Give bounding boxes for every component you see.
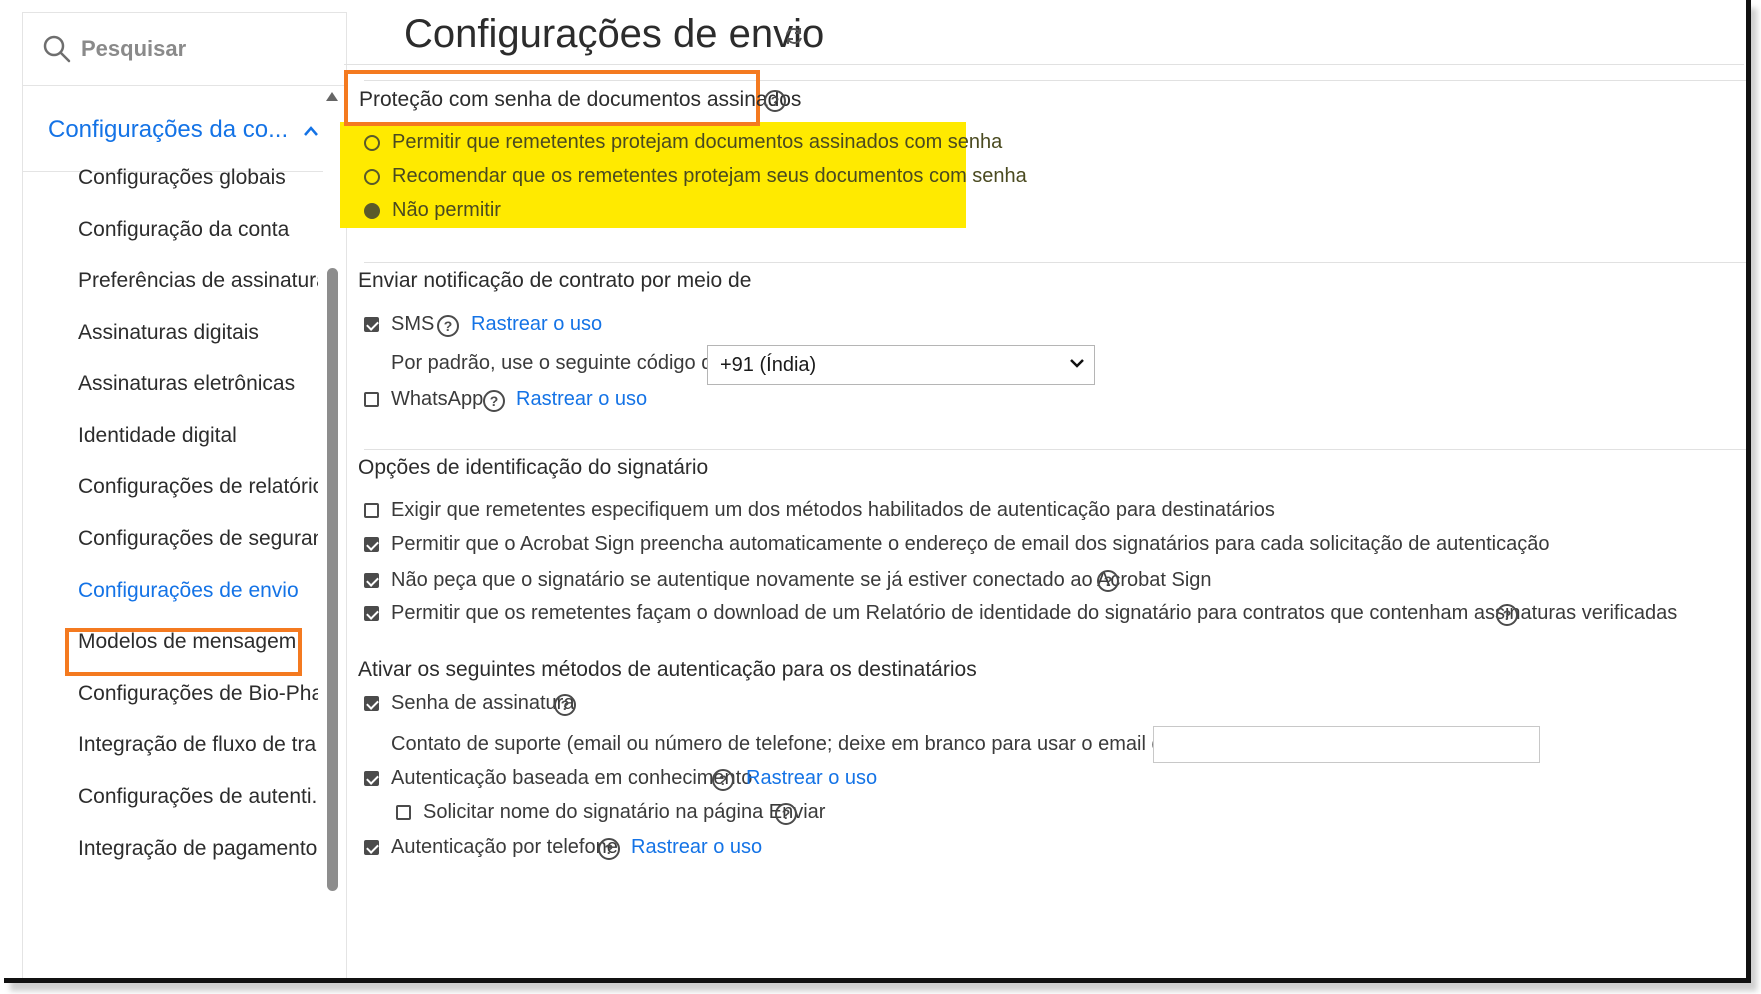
chevron-down-icon xyxy=(1070,359,1084,368)
request-signer-name-checkbox[interactable] xyxy=(396,805,411,820)
scroll-up-arrow[interactable] xyxy=(326,92,338,101)
sidebar-item-digital-identity[interactable]: Identidade digital xyxy=(78,421,318,451)
search-icon xyxy=(43,35,71,63)
sidebar-item-security-settings[interactable]: Configurações de seguran... xyxy=(78,524,318,554)
sidebar-item-auth-settings[interactable]: Configurações de autenti... xyxy=(78,782,318,812)
help-icon[interactable]: ? xyxy=(764,90,786,112)
sidebar-item-send-settings[interactable]: Configurações de envio xyxy=(78,576,318,606)
sidebar-group-header[interactable]: Configurações da co... xyxy=(23,88,323,172)
sidebar-item-signature-preferences[interactable]: Preferências de assinatura xyxy=(78,266,318,296)
radio-do-not-allow[interactable] xyxy=(364,203,380,219)
radio-do-not-allow-label: Não permitir xyxy=(392,199,501,221)
settings-window: Configurações da co... Configurações glo… xyxy=(4,0,1751,983)
kba-track-usage-link[interactable]: Rastrear o uso xyxy=(746,767,877,790)
auth-methods-title: Ativar os seguintes métodos de autentica… xyxy=(358,658,977,681)
radio-allow-password-label: Permitir que remetentes protejam documen… xyxy=(392,131,1003,153)
page-title: Configurações de envio xyxy=(404,12,825,56)
help-icon[interactable]: ? xyxy=(1496,604,1518,626)
password-protection-title: Proteção com senha de documentos assinad… xyxy=(359,88,802,111)
active-item-highlight xyxy=(65,628,302,676)
whatsapp-checkbox[interactable] xyxy=(364,392,379,407)
no-reauth-checkbox[interactable] xyxy=(364,573,379,588)
help-icon[interactable]: ? xyxy=(1097,570,1119,592)
autofill-email-checkbox[interactable] xyxy=(364,537,379,552)
divider xyxy=(344,64,1744,65)
sidebar-item-report-settings[interactable]: Configurações de relatório xyxy=(78,472,318,502)
sidebar-item-workflow-integration[interactable]: Integração de fluxo de tra... xyxy=(78,730,318,760)
identity-report-label: Permitir que os remetentes façam o downl… xyxy=(391,602,1678,624)
help-icon[interactable]: ? xyxy=(483,390,505,412)
sidebar-group-title: Configurações da co... xyxy=(48,115,289,143)
sms-checkbox[interactable] xyxy=(364,317,379,332)
search-bar[interactable] xyxy=(23,12,346,86)
phone-auth-checkbox[interactable] xyxy=(364,840,379,855)
country-code-select[interactable]: +91 (Índia) xyxy=(707,345,1095,385)
phone-auth-label: Autenticação por telefone xyxy=(391,836,618,858)
signer-identification-title: Opções de identificação do signatário xyxy=(358,456,709,479)
sms-track-usage-link[interactable]: Rastrear o uso xyxy=(471,313,602,336)
whatsapp-label: WhatsApp xyxy=(391,388,484,410)
sidebar-item-bio-pharma[interactable]: Configurações de Bio-Pha... xyxy=(78,679,318,709)
main-content: Configurações de envio Proteção com senh… xyxy=(340,0,1746,978)
require-auth-method-label: Exigir que remetentes especifiquem um do… xyxy=(391,499,1275,521)
help-icon[interactable]: ? xyxy=(554,694,576,716)
radio-recommend-password-label: Recomendar que os remetentes protejam se… xyxy=(392,165,1027,187)
support-contact-input[interactable] xyxy=(1153,726,1540,763)
identity-report-checkbox[interactable] xyxy=(364,606,379,621)
help-icon[interactable]: ? xyxy=(775,803,797,825)
sidebar-item-digital-signatures[interactable]: Assinaturas digitais xyxy=(78,318,318,348)
notification-title: Enviar notificação de contrato por meio … xyxy=(358,269,752,292)
signing-password-label: Senha de assinatura xyxy=(391,692,575,714)
sms-label: SMS xyxy=(391,313,435,335)
no-reauth-label: Não peça que o signatário se autentique … xyxy=(391,569,1212,591)
support-contact-label: Contato de suporte (email ou número de t… xyxy=(391,733,1282,755)
kba-checkbox[interactable] xyxy=(364,771,379,786)
sidebar-scrollbar-thumb[interactable] xyxy=(327,268,338,891)
sidebar: Configurações da co... Configurações glo… xyxy=(22,12,347,978)
require-auth-method-checkbox[interactable] xyxy=(364,503,379,518)
kba-label: Autenticação baseada em conhecimento xyxy=(391,767,753,789)
whatsapp-track-usage-link[interactable]: Rastrear o uso xyxy=(516,388,647,411)
country-code-value: +91 (Índia) xyxy=(720,353,817,376)
sidebar-item-electronic-signatures[interactable]: Assinaturas eletrônicas xyxy=(78,369,318,399)
refresh-icon[interactable] xyxy=(784,26,804,46)
chevron-up-icon xyxy=(304,125,319,136)
divider xyxy=(364,262,1746,263)
request-signer-name-label: Solicitar nome do signatário na página E… xyxy=(423,801,826,823)
help-icon[interactable]: ? xyxy=(712,769,734,791)
sidebar-item-global-settings[interactable]: Configurações globais xyxy=(78,163,318,193)
divider xyxy=(364,449,1746,450)
search-input[interactable] xyxy=(81,36,311,62)
help-icon[interactable]: ? xyxy=(437,315,459,337)
sidebar-item-payment-integration[interactable]: Integração de pagamento xyxy=(78,834,318,864)
radio-recommend-password[interactable] xyxy=(364,169,380,185)
phone-auth-track-usage-link[interactable]: Rastrear o uso xyxy=(631,836,762,859)
radio-allow-password[interactable] xyxy=(364,135,380,151)
help-icon[interactable]: ? xyxy=(598,838,620,860)
autofill-email-label: Permitir que o Acrobat Sign preencha aut… xyxy=(391,533,1550,555)
signing-password-checkbox[interactable] xyxy=(364,696,379,711)
sidebar-item-account-setup[interactable]: Configuração da conta xyxy=(78,215,318,245)
